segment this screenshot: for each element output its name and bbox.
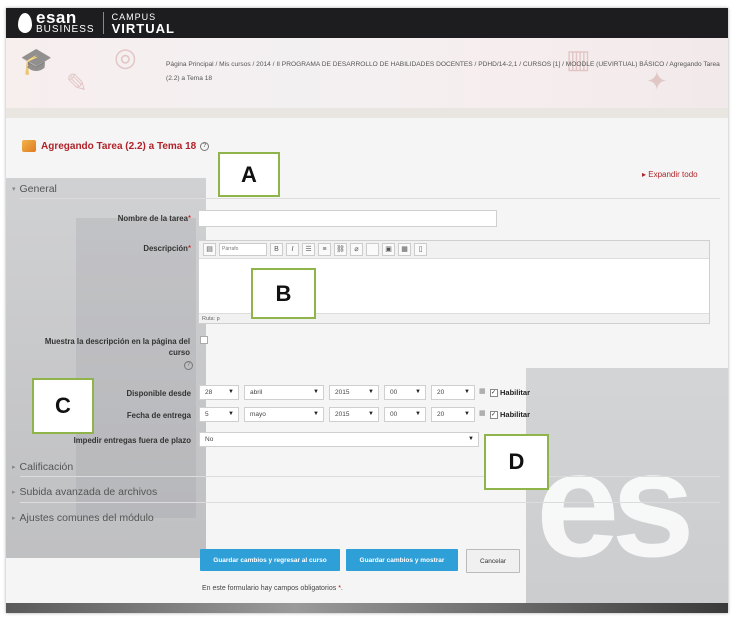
task-name-input[interactable] [198, 210, 497, 227]
required-note: En este formulario hay campos obligatori… [202, 585, 343, 592]
breadcrumb[interactable]: Página Principal / Mis cursos / 2014 / I… [166, 58, 726, 86]
due-day-select[interactable]: 5 ▼ [199, 407, 239, 422]
available-enable-checkbox[interactable]: ✓ Habilitar [490, 388, 530, 397]
show-description-label: Muestra la descripción en la página del … [44, 337, 190, 357]
checkbox-checked-icon[interactable]: ✓ [490, 410, 498, 419]
esan-drop-icon [18, 13, 32, 33]
paragraph-format-select[interactable]: Párrafo [219, 243, 267, 256]
due-minute-select[interactable]: 20 ▼ [431, 407, 475, 422]
graduation-cap-icon: 🎓 [20, 46, 53, 76]
logo-campus-text: CAMPUS [111, 11, 157, 22]
expand-all-link[interactable]: ▸ Expandir todo [642, 170, 698, 179]
image-icon[interactable]: ▣ [382, 243, 395, 256]
italic-icon[interactable]: I [286, 243, 299, 256]
prevent-late-label: Impedir entregas fuera de plazo [73, 436, 191, 445]
assignment-icon [22, 140, 36, 152]
due-enable-checkbox[interactable]: ✓ Habilitar [490, 410, 530, 419]
top-navbar: esan BUSINESS CAMPUS VIRTUAL [6, 8, 728, 38]
annotation-box-d: D [484, 434, 549, 490]
help-icon[interactable]: ? [184, 361, 193, 370]
available-month-select[interactable]: abril ▼ [244, 385, 324, 400]
caret-down-icon: ▾ [12, 186, 16, 193]
logo-virtual-text: VIRTUAL [111, 20, 175, 36]
logo-divider [102, 12, 104, 34]
divider [20, 476, 720, 477]
cancel-button[interactable]: Cancelar [466, 549, 520, 573]
caret-right-icon: ▸ [12, 489, 16, 496]
calendar-icon[interactable]: ▦ [479, 387, 486, 395]
prevent-late-select[interactable]: No ▼ [199, 432, 479, 447]
due-year-select[interactable]: 2015 ▼ [329, 407, 379, 422]
available-year-select[interactable]: 2015 ▼ [329, 385, 379, 400]
name-label: Nombre de la tarea* [117, 214, 191, 223]
numbered-list-icon[interactable]: ≡ [318, 243, 331, 256]
browser-frame: esan BUSINESS CAMPUS VIRTUAL 🎓 ✎ ◎ ▥ ✦ P… [6, 8, 728, 613]
section-advanced-upload[interactable]: ▸ Subida avanzada de archivos [12, 486, 157, 498]
unlink-icon[interactable]: ⌀ [350, 243, 363, 256]
divider [20, 502, 720, 503]
bottom-photo-strip [6, 603, 728, 613]
esan-logo[interactable]: esan BUSINESS CAMPUS VIRTUAL [18, 8, 175, 36]
save-show-button[interactable]: Guardar cambios y mostrar [346, 549, 458, 571]
save-return-button[interactable]: Guardar cambios y regresar al curso [200, 549, 340, 571]
description-label: Descripción* [143, 244, 191, 253]
globe-doodle-icon: ◎ [114, 42, 137, 72]
form-panel: es Agregando Tarea (2.2) a Tema 18 ? ▸ E… [6, 118, 728, 613]
toolbar-toggle-icon[interactable]: ▤ [203, 243, 216, 256]
bold-icon[interactable]: B [270, 243, 283, 256]
logo-esan-text: esan [36, 8, 77, 27]
due-hour-select[interactable]: 00 ▼ [384, 407, 426, 422]
due-month-select[interactable]: mayo ▼ [244, 407, 324, 422]
logo-business-text: BUSINESS [36, 24, 95, 35]
help-icon[interactable]: ? [200, 141, 210, 151]
media-icon[interactable]: ▦ [398, 243, 411, 256]
blank-tool-icon[interactable] [366, 243, 379, 256]
background-building-tower [76, 218, 196, 518]
page-title: Agregando Tarea (2.2) a Tema 18 ? [22, 140, 210, 152]
annotation-box-c: C [32, 378, 94, 434]
calendar-icon[interactable]: ▦ [479, 409, 486, 417]
link-icon[interactable]: ⛓ [334, 243, 347, 256]
bullet-list-icon[interactable]: ☰ [302, 243, 315, 256]
available-hour-select[interactable]: 00 ▼ [384, 385, 426, 400]
pencil-doodle-icon: ✎ [66, 68, 88, 98]
caret-right-icon: ▸ [12, 515, 16, 522]
section-general[interactable]: ▾ General [12, 183, 57, 195]
editor-toolbar: ▤ Párrafo B I ☰ ≡ ⛓ ⌀ ▣ ▦ ▯ [199, 241, 709, 259]
file-icon[interactable]: ▯ [414, 243, 427, 256]
annotation-box-a: A [218, 152, 280, 197]
available-minute-select[interactable]: 20 ▼ [431, 385, 475, 400]
show-description-checkbox[interactable] [200, 336, 208, 344]
available-day-select[interactable]: 28 ▼ [199, 385, 239, 400]
section-grade[interactable]: ▸ Calificación [12, 461, 73, 473]
annotation-box-b: B [251, 268, 316, 319]
background-watermark: es [536, 420, 695, 588]
header-banner: 🎓 ✎ ◎ ▥ ✦ Página Principal / Mis cursos … [6, 38, 728, 108]
caret-right-icon: ▸ [12, 464, 16, 471]
section-common-settings[interactable]: ▸ Ajustes comunes del módulo [12, 512, 154, 524]
checkbox-checked-icon[interactable]: ✓ [490, 388, 498, 397]
divider [20, 198, 720, 199]
